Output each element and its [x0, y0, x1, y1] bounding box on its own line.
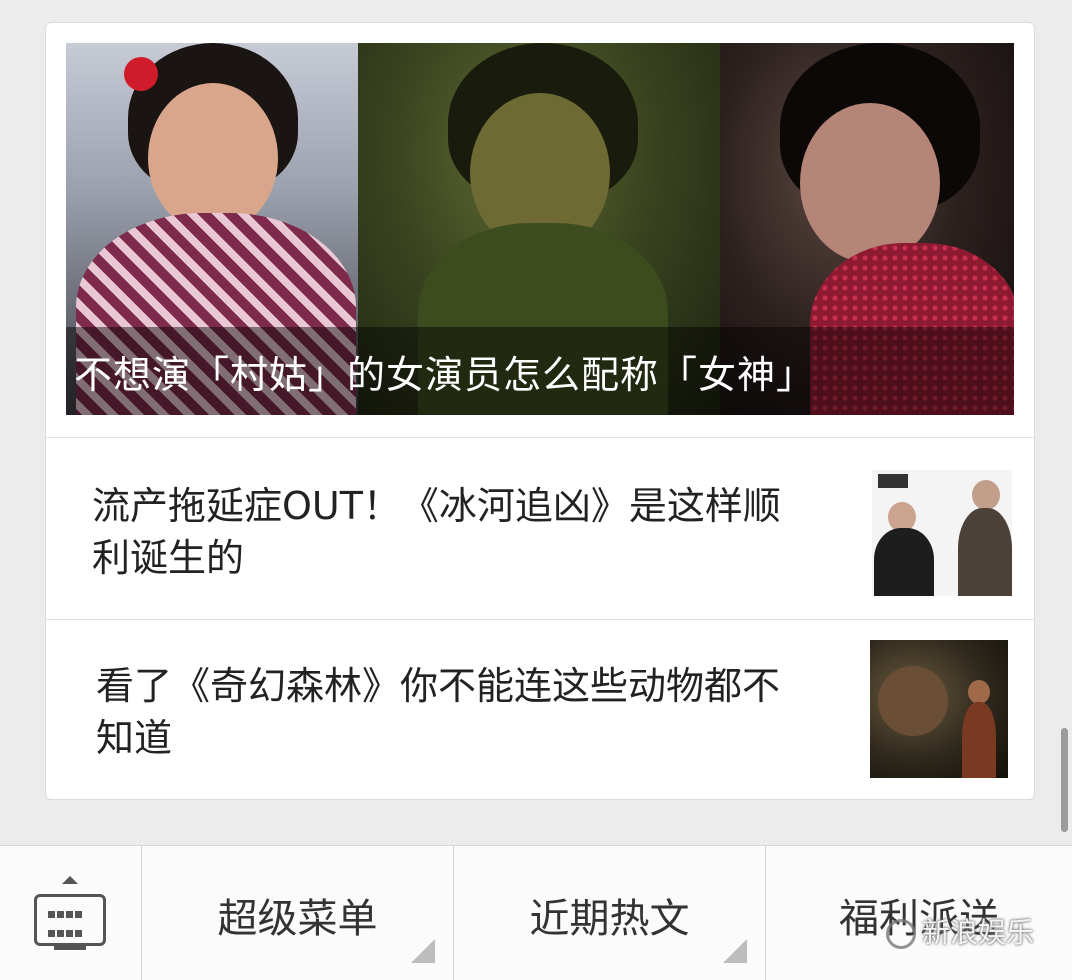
menu-tab-recent-hot[interactable]: 近期热文 — [454, 846, 766, 980]
submenu-indicator-icon — [411, 939, 435, 963]
bottom-menu-bar: 超级菜单 近期热文 福利派送 新浪娱乐 — [0, 845, 1072, 980]
keyboard-toggle-button[interactable] — [0, 846, 142, 980]
jacket-shape — [874, 528, 934, 596]
article-list-item[interactable]: 流产拖延症OUT！《冰河追凶》是这样顺利诞生的 — [46, 438, 1034, 619]
hero-article-title: 不想演「村姑」的女演员怎么配称「女神」 — [74, 353, 816, 397]
watermark: 新浪娱乐 — [885, 911, 1034, 951]
wechat-logo-icon — [885, 919, 916, 949]
boy-face-shape — [968, 680, 990, 704]
watermark-text: 新浪娱乐 — [921, 916, 1034, 949]
page: 不想演「村姑」的女演员怎么配称「女神」 流产拖延症OUT！《冰河追凶》是这样顺利… — [0, 0, 1072, 980]
face-shape — [972, 480, 1000, 510]
menu-tab-super-menu[interactable]: 超级菜单 — [142, 846, 454, 980]
caret-up-icon — [62, 876, 78, 884]
article-title: 流产拖延症OUT！《冰河追凶》是这样顺利诞生的 — [92, 484, 781, 580]
boy-body-shape — [962, 702, 996, 778]
face-shape — [800, 103, 940, 263]
jacket-shape — [958, 508, 1012, 596]
article-thumbnail — [872, 470, 1012, 596]
scrollbar[interactable] — [1061, 728, 1068, 832]
menu-tab-label: 近期热文 — [529, 896, 690, 942]
poster-logo-shape — [878, 474, 908, 488]
article-thumbnail — [870, 640, 1008, 778]
article-title: 看了《奇幻森林》你不能连这些动物都不知道 — [96, 664, 781, 760]
keyboard-icon — [34, 894, 106, 950]
hero-article[interactable]: 不想演「村姑」的女演员怎么配称「女神」 — [66, 43, 1014, 415]
article-list-item[interactable]: 看了《奇幻森林》你不能连这些动物都不知道 — [46, 620, 1034, 799]
face-shape — [148, 83, 278, 233]
submenu-indicator-icon — [723, 939, 747, 963]
article-card: 不想演「村姑」的女演员怎么配称「女神」 流产拖延症OUT！《冰河追凶》是这样顺利… — [45, 22, 1035, 800]
menu-tab-label: 超级菜单 — [217, 896, 378, 942]
bear-face-shape — [878, 666, 948, 736]
red-flower-shape — [124, 57, 158, 91]
